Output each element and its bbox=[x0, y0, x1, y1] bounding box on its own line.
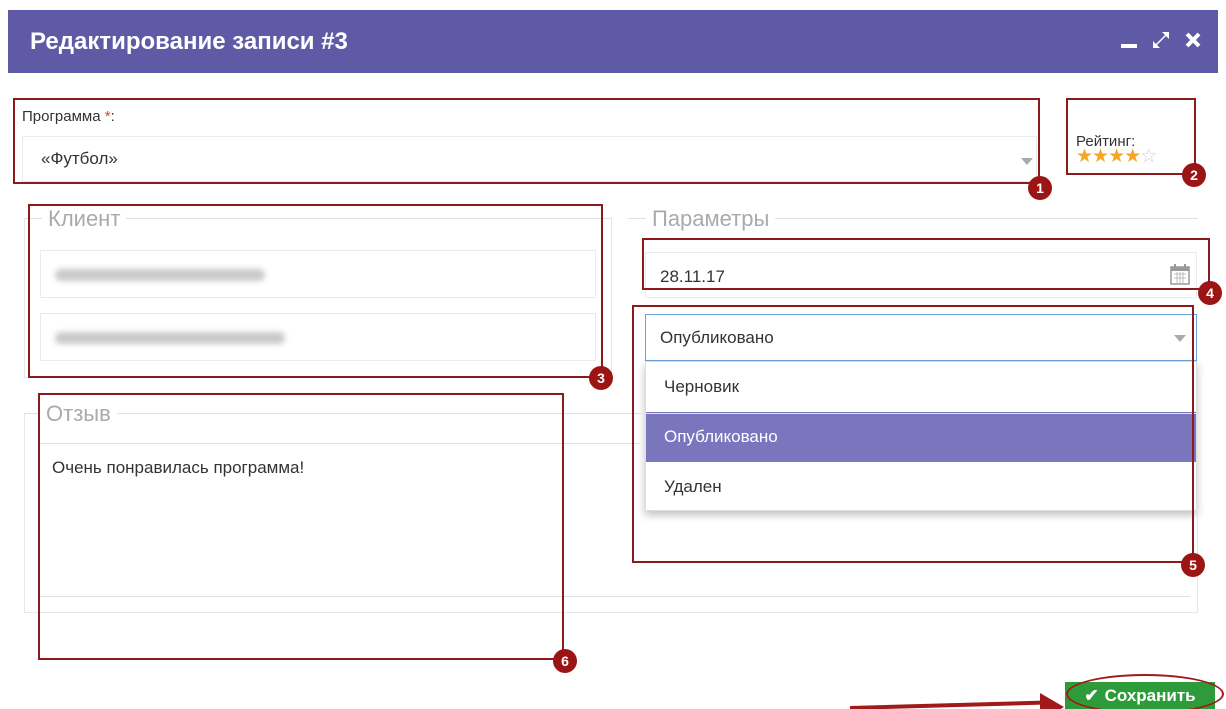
annotation-box-2 bbox=[1066, 98, 1196, 175]
annotation-badge-6: 6 bbox=[553, 649, 577, 673]
close-icon[interactable] bbox=[1184, 28, 1202, 52]
minimize-icon[interactable] bbox=[1120, 28, 1138, 52]
params-legend: Параметры bbox=[646, 206, 776, 232]
annotation-box-3 bbox=[28, 204, 603, 378]
annotation-badge-4: 4 bbox=[1198, 281, 1222, 305]
annotation-box-4 bbox=[642, 238, 1210, 290]
annotation-badge-2: 2 bbox=[1182, 163, 1206, 187]
dialog-title: Редактирование записи #3 bbox=[30, 28, 348, 55]
annotation-ellipse bbox=[1066, 674, 1224, 709]
annotation-badge-3: 3 bbox=[589, 366, 613, 390]
annotation-badge-1: 1 bbox=[1028, 176, 1052, 200]
annotation-box-1 bbox=[13, 98, 1040, 184]
annotation-box-6 bbox=[38, 393, 564, 660]
dialog-header: Редактирование записи #3 bbox=[8, 10, 1218, 73]
annotation-box-5 bbox=[632, 305, 1194, 563]
annotation-badge-5: 5 bbox=[1181, 553, 1205, 577]
expand-icon[interactable] bbox=[1152, 28, 1170, 52]
edit-record-dialog: Редактирование записи #3 Программа *: «Ф… bbox=[0, 0, 1226, 709]
annotation-arrow bbox=[849, 700, 1050, 709]
annotation-arrow-head bbox=[1040, 693, 1064, 709]
